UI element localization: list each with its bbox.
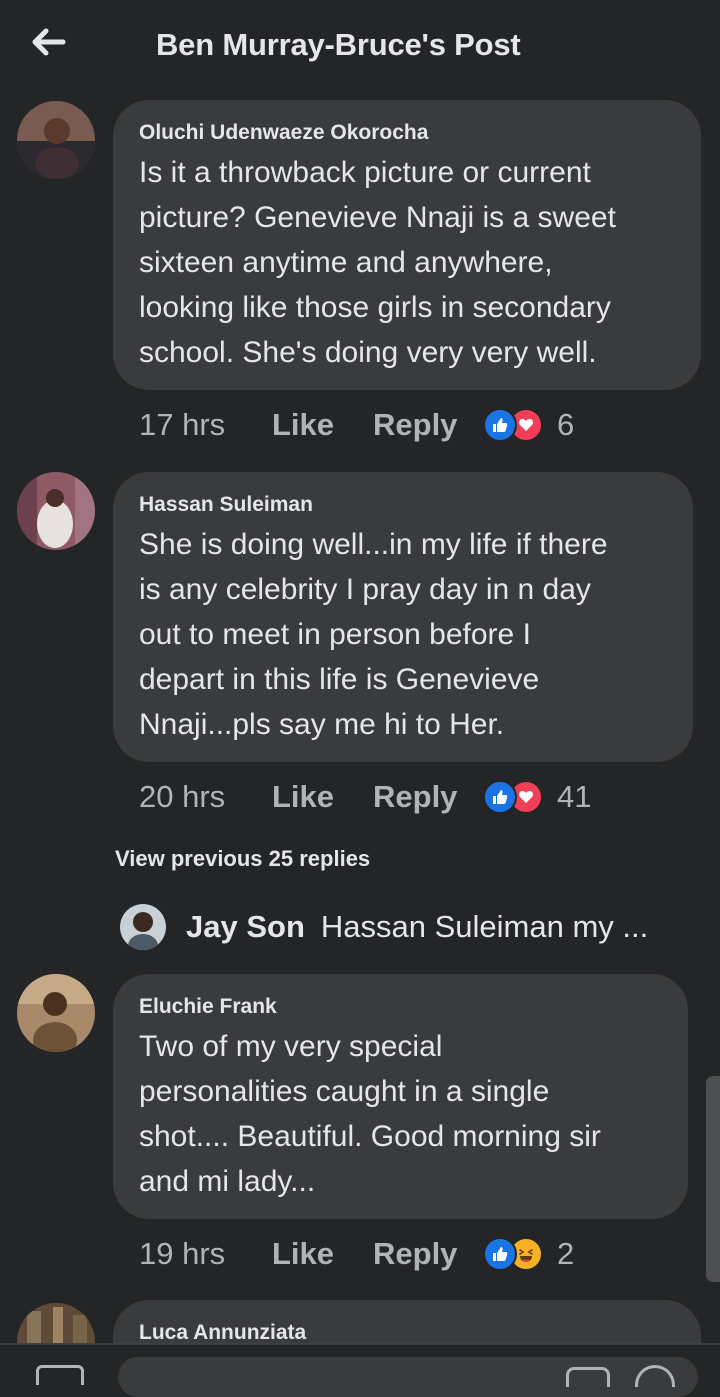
- comment-line: personalities caught in a single: [139, 1075, 550, 1108]
- comment-time: 17 hrs: [139, 407, 226, 442]
- view-previous-replies-link[interactable]: View previous 25 replies: [115, 846, 370, 872]
- like-button[interactable]: Like: [272, 407, 373, 443]
- comment-text: Is it a throwback picture or current pic…: [139, 150, 675, 375]
- comment-line: looking like those girls in secondary: [139, 291, 611, 324]
- reply-button[interactable]: Reply: [373, 779, 483, 815]
- reply-preview[interactable]: Jay Son Hassan Suleiman my ...: [120, 902, 648, 952]
- comment-line: Nnaji...pls say me hi to Her.: [139, 708, 505, 741]
- reactions[interactable]: [483, 408, 543, 442]
- reactions[interactable]: [483, 1237, 543, 1271]
- like-button[interactable]: Like: [272, 779, 373, 815]
- avatar[interactable]: [17, 974, 95, 1052]
- back-button[interactable]: [26, 22, 70, 62]
- gif-icon[interactable]: [566, 1367, 610, 1387]
- reply-button[interactable]: Reply: [373, 1236, 483, 1272]
- comment-author[interactable]: Oluchi Udenwaeze Okorocha: [139, 120, 675, 146]
- comment-actions: 17 hrs Like Reply 6: [139, 405, 574, 445]
- header-bar: Ben Murray-Bruce's Post: [0, 0, 720, 92]
- scrollbar[interactable]: [706, 1076, 720, 1282]
- page-title: Ben Murray-Bruce's Post: [156, 27, 521, 62]
- comment-composer: [0, 1343, 720, 1397]
- reactions[interactable]: [483, 780, 543, 814]
- avatar[interactable]: [120, 904, 166, 950]
- comment-line: shot.... Beautiful. Good morning sir: [139, 1120, 601, 1153]
- comment-line: and mi lady...: [139, 1165, 316, 1198]
- comment-bubble: Oluchi Udenwaeze Okorocha Is it a throwb…: [113, 100, 701, 390]
- like-icon: [483, 1237, 517, 1271]
- comment-line: sixteen anytime and anywhere,: [139, 246, 553, 279]
- reaction-count[interactable]: 6: [557, 407, 574, 443]
- comment-line: depart in this life is Genevieve: [139, 663, 540, 696]
- avatar[interactable]: [17, 101, 95, 179]
- comment-author[interactable]: Eluchie Frank: [139, 994, 662, 1020]
- comment-line: out to meet in person before I: [139, 618, 531, 651]
- comment-bubble: Eluchie Frank Two of my very special per…: [113, 974, 688, 1219]
- back-arrow-icon: [32, 28, 66, 56]
- like-button[interactable]: Like: [272, 1236, 373, 1272]
- reply-text: Hassan Suleiman my ...: [320, 909, 649, 944]
- comment-text: She is doing well...in my life if there …: [139, 522, 667, 747]
- comment-author[interactable]: Hassan Suleiman: [139, 492, 667, 518]
- comment-input[interactable]: [118, 1357, 698, 1397]
- comment-line: is any celebrity I pray day in n day: [139, 573, 591, 606]
- reply-button[interactable]: Reply: [373, 407, 483, 443]
- comment-line: She is doing well...in my life if there: [139, 528, 608, 561]
- reply-author[interactable]: Jay Son: [186, 909, 305, 945]
- like-icon: [483, 780, 517, 814]
- camera-icon[interactable]: [36, 1365, 84, 1385]
- comment-bubble: Hassan Suleiman She is doing well...in m…: [113, 472, 693, 762]
- comment-actions: 20 hrs Like Reply 41: [139, 777, 591, 817]
- comment-time: 19 hrs: [139, 1236, 226, 1271]
- comment-line: Two of my very special: [139, 1030, 443, 1063]
- avatar[interactable]: [17, 472, 95, 550]
- reaction-count[interactable]: 2: [557, 1236, 574, 1272]
- comment-actions: 19 hrs Like Reply 2: [139, 1234, 574, 1274]
- comment-line: picture? Genevieve Nnaji is a sweet: [139, 201, 616, 234]
- like-icon: [483, 408, 517, 442]
- comment-line: Is it a throwback picture or current: [139, 156, 591, 189]
- reaction-count[interactable]: 41: [557, 779, 591, 815]
- comment-text: Two of my very special personalities cau…: [139, 1024, 662, 1204]
- comment-time: 20 hrs: [139, 779, 226, 814]
- comment-line: school. She's doing very very well.: [139, 336, 597, 369]
